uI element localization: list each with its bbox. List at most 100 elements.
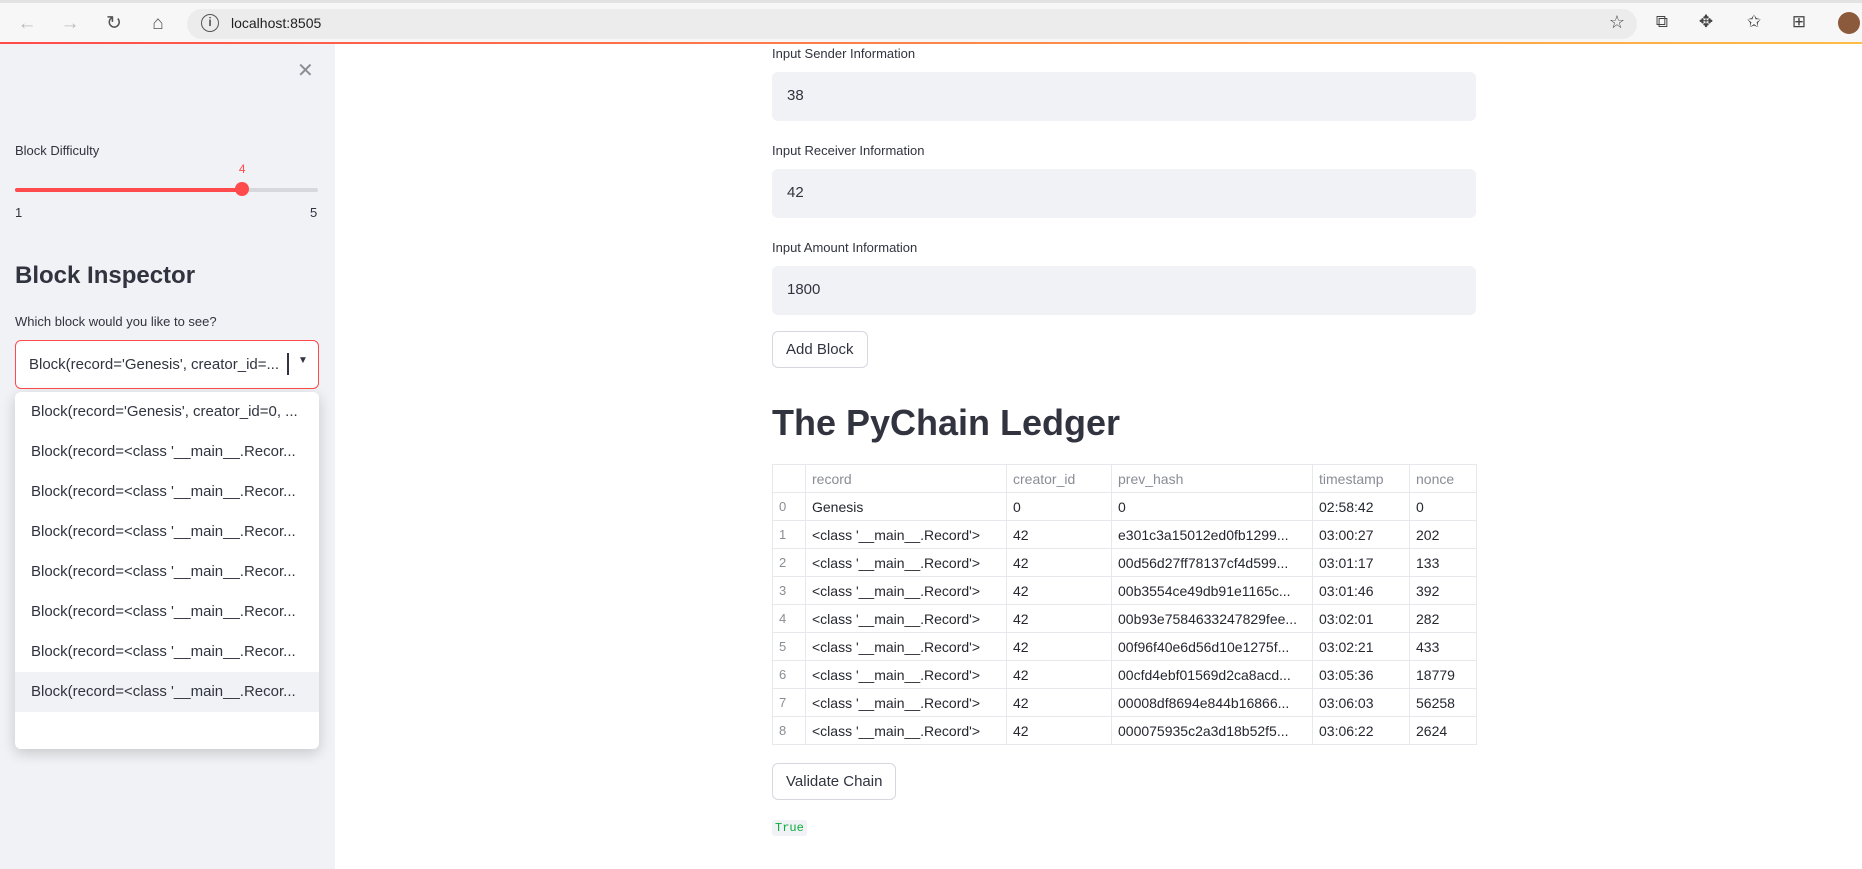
ledger-title: The PyChain Ledger xyxy=(772,402,1121,443)
row-index: 6 xyxy=(772,660,806,689)
block-select-value: Block(record='Genesis', creator_id=... xyxy=(29,356,279,373)
dropdown-option[interactable]: Block(record=<class '__main__.Recor... xyxy=(15,512,319,552)
table-cell: <class '__main__.Record'> xyxy=(805,688,1007,717)
dropdown-option[interactable]: Block(record=<class '__main__.Recor... xyxy=(15,432,319,472)
site-info-icon[interactable]: i xyxy=(201,14,219,32)
table-cell: 0 xyxy=(1006,492,1112,521)
table-cell: 42 xyxy=(1006,520,1112,549)
table-cell: 03:00:27 xyxy=(1312,520,1410,549)
table-cell: <class '__main__.Record'> xyxy=(805,632,1007,661)
table-cell: 03:01:46 xyxy=(1312,576,1410,605)
text-cursor xyxy=(287,353,289,375)
dropdown-option[interactable]: Block(record=<class '__main__.Recor... xyxy=(15,632,319,672)
block-inspector-heading: Block Inspector xyxy=(15,262,196,289)
table-row: 6 <class '__main__.Record'> 42 00cfd4ebf015… xyxy=(772,660,1477,689)
table-cell: 0 xyxy=(1111,492,1313,521)
dropdown-option[interactable]: Block(record='Genesis', creator_id=0, ..… xyxy=(15,392,319,432)
table-row: 8 <class '__main__.Record'> 42 000075935c2a… xyxy=(772,716,1477,745)
table-cell: 42 xyxy=(1006,576,1112,605)
add-block-button[interactable]: Add Block xyxy=(772,331,868,368)
address-bar[interactable]: i localhost:8505 ☆ xyxy=(187,9,1637,39)
browser-toolbar: ← → ↻ ⌂ i localhost:8505 ☆ ⧉ ✥ ✩ ⊞ xyxy=(0,0,1862,42)
reload-icon[interactable]: ↻ xyxy=(101,11,127,37)
row-index: 5 xyxy=(772,632,806,661)
table-cell: <class '__main__.Record'> xyxy=(805,716,1007,745)
block-select-dropdown: Block(record='Genesis', creator_id=0, ..… xyxy=(15,392,319,749)
column-header[interactable]: record xyxy=(805,464,1007,493)
table-cell: 03:02:01 xyxy=(1312,604,1410,633)
table-row: 2 <class '__main__.Record'> 42 00d56d27ff78… xyxy=(772,548,1477,577)
profile-avatar[interactable] xyxy=(1838,12,1860,34)
row-index: 1 xyxy=(772,520,806,549)
home-icon[interactable]: ⌂ xyxy=(145,11,171,37)
favorites-icon[interactable]: ✩ xyxy=(1742,12,1766,32)
table-cell: 56258 xyxy=(1409,688,1477,717)
column-header[interactable]: nonce xyxy=(1409,464,1477,493)
table-cell: 392 xyxy=(1409,576,1477,605)
back-icon[interactable]: ← xyxy=(14,11,40,37)
table-cell: <class '__main__.Record'> xyxy=(805,548,1007,577)
close-sidebar-icon[interactable]: ✕ xyxy=(297,58,314,83)
row-index: 0 xyxy=(772,492,806,521)
dropdown-option[interactable]: Block(record=<class '__main__.Recor... xyxy=(15,672,319,712)
collections-icon[interactable]: ⊞ xyxy=(1787,12,1811,32)
table-row: 0 Genesis 0 0 02:58:42 0 xyxy=(772,492,1477,521)
table-cell: 0 xyxy=(1409,492,1477,521)
receiver-input[interactable]: 42 xyxy=(772,169,1476,218)
row-index: 3 xyxy=(772,576,806,605)
table-cell: <class '__main__.Record'> xyxy=(805,576,1007,605)
receiver-label: Input Receiver Information xyxy=(772,143,925,158)
table-cell: e301c3a15012ed0fb1299... xyxy=(1111,520,1313,549)
table-cell: 00b3554ce49db91e1165c... xyxy=(1111,576,1313,605)
table-cell: 03:06:03 xyxy=(1312,688,1410,717)
column-header[interactable]: creator_id xyxy=(1006,464,1112,493)
dropdown-option[interactable]: Block(record=<class '__main__.Recor... xyxy=(15,592,319,632)
table-cell: 00008df8694e844b16866... xyxy=(1111,688,1313,717)
amount-label: Input Amount Information xyxy=(772,240,918,255)
sender-input[interactable]: 38 xyxy=(772,72,1476,121)
slider-value: 4 xyxy=(238,162,246,176)
chevron-down-icon[interactable]: ▼ xyxy=(298,355,308,366)
slider-thumb[interactable] xyxy=(235,182,250,196)
add-favorite-icon[interactable]: ☆ xyxy=(1609,12,1625,33)
column-header[interactable] xyxy=(772,464,806,493)
row-index: 2 xyxy=(772,548,806,577)
table-cell: <class '__main__.Record'> xyxy=(805,520,1007,549)
table-cell: 282 xyxy=(1409,604,1477,633)
column-header[interactable]: prev_hash xyxy=(1111,464,1313,493)
table-row: 5 <class '__main__.Record'> 42 00f96f40e6d5… xyxy=(772,632,1477,661)
table-cell: 00f96f40e6d56d10e1275f... xyxy=(1111,632,1313,661)
dropdown-option[interactable]: Block(record=<class '__main__.Recor... xyxy=(15,472,319,512)
difficulty-slider[interactable]: 4 xyxy=(15,162,318,196)
table-cell: 433 xyxy=(1409,632,1477,661)
forward-icon[interactable]: → xyxy=(57,11,83,37)
url-text: localhost:8505 xyxy=(231,15,322,31)
tab-actions-icon[interactable]: ⧉ xyxy=(1650,12,1674,32)
table-cell: <class '__main__.Record'> xyxy=(805,604,1007,633)
validation-result: True xyxy=(772,820,807,836)
table-cell: 2624 xyxy=(1409,716,1477,745)
table-row: 1 <class '__main__.Record'> 42 e301c3a15012… xyxy=(772,520,1477,549)
amount-input[interactable]: 1800 xyxy=(772,266,1476,315)
table-cell: 42 xyxy=(1006,548,1112,577)
validate-chain-button[interactable]: Validate Chain xyxy=(772,763,897,800)
sidebar: ✕ Block Difficulty 4 1 5 Block Inspector… xyxy=(0,44,335,869)
table-cell: 18779 xyxy=(1409,660,1477,689)
dropdown-option[interactable]: Block(record=<class '__main__.Recor... xyxy=(15,552,319,592)
table-cell: 42 xyxy=(1006,716,1112,745)
table-cell: Genesis xyxy=(805,492,1007,521)
table-cell: 42 xyxy=(1006,632,1112,661)
table-row: 4 <class '__main__.Record'> 42 00b93e758463… xyxy=(772,604,1477,633)
row-index: 7 xyxy=(772,688,806,717)
block-select[interactable]: Block(record='Genesis', creator_id=... ▼ xyxy=(15,340,319,389)
table-cell: 42 xyxy=(1006,688,1112,717)
difficulty-label: Block Difficulty xyxy=(15,143,100,158)
table-cell: 202 xyxy=(1409,520,1477,549)
slider-fill xyxy=(15,188,243,192)
extensions-icon[interactable]: ✥ xyxy=(1694,12,1718,32)
column-header[interactable]: timestamp xyxy=(1312,464,1410,493)
table-cell: 42 xyxy=(1006,660,1112,689)
sender-label: Input Sender Information xyxy=(772,46,916,61)
table-cell: 03:01:17 xyxy=(1312,548,1410,577)
table-cell: 42 xyxy=(1006,604,1112,633)
